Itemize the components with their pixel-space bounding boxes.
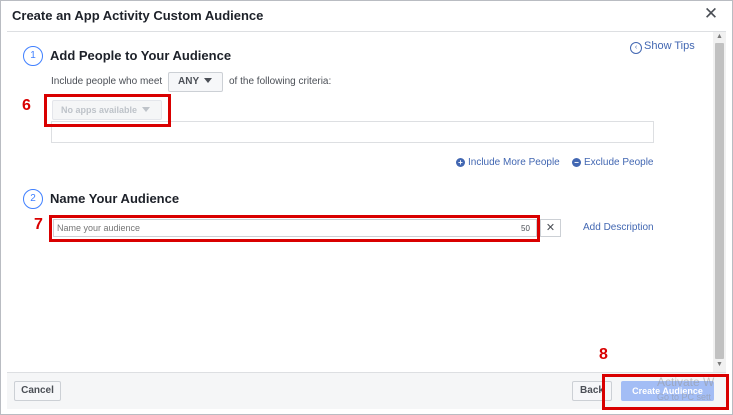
section-2-title: Name Your Audience [50, 191, 180, 206]
include-more-label: Include More People [468, 157, 560, 168]
scroll-up-arrow-icon[interactable]: ▲ [713, 32, 726, 42]
criteria-match-dropdown[interactable]: ANY [168, 72, 223, 92]
show-tips-label: Show Tips [644, 40, 695, 52]
exclude-people-link[interactable]: − Exclude People [572, 157, 654, 168]
close-icon[interactable]: ✕ [702, 5, 720, 23]
scroll-down-arrow-icon[interactable]: ▼ [713, 360, 726, 370]
step-1-badge: 1 [23, 46, 43, 66]
criteria-match-value: ANY [178, 76, 200, 87]
include-more-people-link[interactable]: + Include More People [456, 157, 560, 168]
caret-down-icon [204, 78, 213, 83]
cancel-button[interactable]: Cancel [14, 381, 61, 401]
section-1-title: Add People to Your Audience [50, 48, 232, 63]
minus-circle-icon: − [572, 158, 581, 167]
step-2-badge: 2 [23, 189, 43, 209]
annotation-box-8 [602, 374, 729, 410]
exclude-label: Exclude People [584, 157, 654, 168]
annotation-box-7 [49, 215, 540, 242]
criteria-prefix: Include people who meet [51, 76, 163, 87]
header-divider [7, 31, 726, 32]
chevron-left-icon: ‹ [630, 42, 642, 54]
annotation-box-6 [44, 94, 171, 127]
annotation-label-7: 7 [34, 216, 43, 233]
dialog-title: Create an App Activity Custom Audience [12, 8, 264, 23]
criteria-suffix: of the following criteria: [229, 76, 332, 87]
clear-name-button[interactable]: ✕ [540, 219, 561, 237]
show-tips-link[interactable]: ‹ Show Tips [630, 40, 695, 54]
scrollbar[interactable]: ▲ ▼ [713, 32, 726, 372]
annotation-label-6: 6 [22, 97, 31, 114]
plus-circle-icon: + [456, 158, 465, 167]
annotation-label-8: 8 [599, 346, 608, 363]
scroll-thumb[interactable] [715, 43, 724, 359]
add-description-link[interactable]: Add Description [583, 222, 654, 233]
